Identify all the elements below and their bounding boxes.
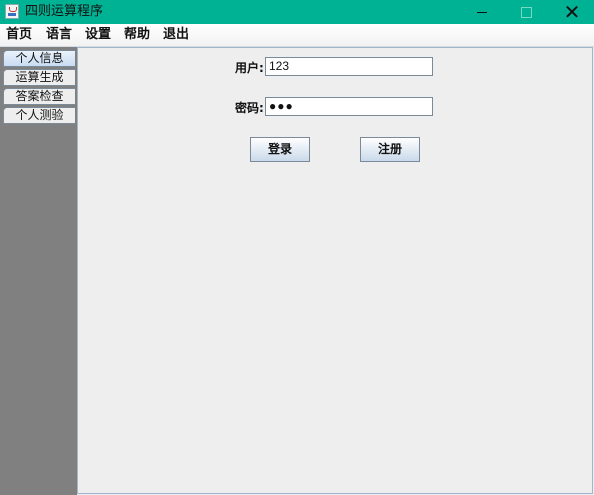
tab-answer-check[interactable]: 答案检查	[3, 88, 75, 105]
register-button[interactable]: 注册	[360, 137, 420, 162]
window-title: 四则运算程序	[25, 4, 104, 19]
maximize-button[interactable]	[504, 0, 548, 24]
password-input-value: ●●●	[269, 99, 294, 113]
login-button[interactable]: 登录	[250, 137, 310, 162]
menu-item-settings[interactable]: 设置	[85, 26, 111, 44]
menu-bar: 首页 语言 设置 帮助 退出	[0, 24, 594, 47]
close-icon: ✕	[563, 0, 581, 24]
title-bar: 四则运算程序 ✕	[0, 0, 594, 24]
tab-panel: 个人信息 运算生成 答案检查 个人测验	[0, 47, 77, 495]
password-label: 密码:	[235, 101, 264, 115]
menu-item-language[interactable]: 语言	[46, 26, 72, 44]
user-input-value: 123	[269, 59, 290, 73]
menu-item-exit[interactable]: 退出	[163, 26, 189, 44]
tab-personal-test[interactable]: 个人测验	[3, 107, 75, 124]
password-input[interactable]: ●●●	[265, 97, 433, 116]
user-label: 用户:	[235, 61, 264, 75]
app-java-icon	[5, 4, 19, 19]
minimize-button[interactable]	[460, 0, 504, 24]
menu-item-home[interactable]: 首页	[6, 26, 32, 44]
close-button[interactable]: ✕	[550, 0, 594, 24]
tab-operation-generate[interactable]: 运算生成	[3, 69, 75, 86]
login-panel: 用户: 123 密码: ●●● 登录 注册	[77, 47, 593, 494]
maximize-icon	[521, 7, 532, 18]
tab-personal-info[interactable]: 个人信息	[3, 50, 75, 67]
minimize-icon	[477, 12, 487, 13]
user-input[interactable]: 123	[265, 57, 433, 76]
menu-item-help[interactable]: 帮助	[124, 26, 150, 44]
